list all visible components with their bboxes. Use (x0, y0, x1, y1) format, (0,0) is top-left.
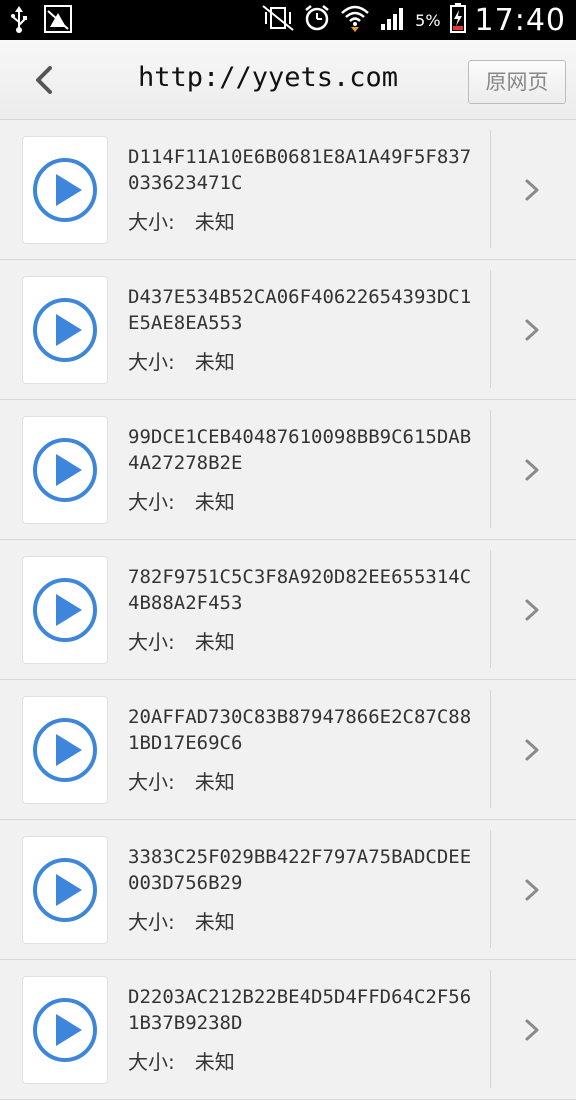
chevron-right-icon[interactable] (520, 735, 544, 769)
file-size: 大小: 未知 (128, 766, 235, 795)
file-size-value: 未知 (194, 210, 235, 234)
chevron-right-icon[interactable] (520, 455, 544, 489)
file-size: 大小: 未知 (128, 486, 235, 515)
signal-icon (379, 4, 407, 36)
file-size: 大小: 未知 (128, 626, 235, 655)
back-button[interactable] (20, 58, 70, 102)
file-size-label: 大小: (128, 770, 175, 794)
file-size-value: 未知 (194, 490, 235, 514)
video-thumbnail (22, 136, 108, 244)
video-thumbnail (22, 276, 108, 384)
battery-icon (449, 2, 467, 38)
file-size-value: 未知 (194, 350, 235, 374)
file-size: 大小: 未知 (128, 206, 235, 235)
title-bar: http://yyets.com 原网页 (0, 40, 576, 120)
divider (490, 550, 491, 668)
file-size-label: 大小: (128, 350, 175, 374)
chevron-right-icon[interactable] (520, 875, 544, 909)
notification-app-icon (44, 5, 72, 37)
list-item[interactable]: 782F9751C5C3F8A920D82EE655314C4B88A2F453… (0, 540, 576, 680)
clock: 17:40 (474, 2, 566, 38)
play-icon (33, 158, 97, 222)
list-item[interactable]: D114F11A10E6B0681E8A1A49F5F837033623471C… (0, 120, 576, 260)
play-icon (33, 718, 97, 782)
status-bar: 5% 17:40 (0, 0, 576, 40)
file-size: 大小: 未知 (128, 346, 235, 375)
divider (490, 270, 491, 388)
file-size-label: 大小: (128, 630, 175, 654)
file-name: D437E534B52CA06F40622654393DC1E5AE8EA553 (128, 286, 472, 334)
list-item[interactable]: 20AFFAD730C83B87947866E2C87C881BD17E69C6… (0, 680, 576, 820)
usb-icon (8, 4, 30, 38)
file-size-label: 大小: (128, 1050, 175, 1074)
file-size-value: 未知 (194, 1050, 235, 1074)
divider (490, 970, 491, 1088)
file-size-value: 未知 (194, 770, 235, 794)
file-size-label: 大小: (128, 910, 175, 934)
list-item[interactable]: D437E534B52CA06F40622654393DC1E5AE8EA553… (0, 260, 576, 400)
video-thumbnail (22, 416, 108, 524)
file-name: 99DCE1CEB40487610098BB9C615DAB4A27278B2E (128, 426, 472, 474)
file-size-value: 未知 (194, 910, 235, 934)
file-size: 大小: 未知 (128, 1046, 235, 1075)
file-name: 782F9751C5C3F8A920D82EE655314C4B88A2F453 (128, 566, 472, 614)
file-name: 3383C25F029BB422F797A75BADCDEE003D756B29 (128, 846, 472, 894)
divider (490, 830, 491, 948)
back-arrow-icon (36, 66, 52, 94)
video-thumbnail (22, 556, 108, 664)
file-list: D114F11A10E6B0681E8A1A49F5F837033623471C… (0, 120, 576, 1100)
file-name: D114F11A10E6B0681E8A1A49F5F837033623471C (128, 146, 472, 194)
file-size: 大小: 未知 (128, 906, 235, 935)
play-icon (33, 578, 97, 642)
divider (490, 410, 491, 528)
chevron-right-icon[interactable] (520, 1015, 544, 1049)
battery-percent: 5% (415, 10, 441, 30)
wifi-icon (339, 3, 371, 37)
play-icon (33, 858, 97, 922)
play-icon (33, 998, 97, 1062)
play-icon (33, 298, 97, 362)
alarm-icon (303, 4, 331, 36)
list-item[interactable]: D2203AC212B22BE4D5D4FFD64C2F561B37B9238D… (0, 960, 576, 1100)
file-size-label: 大小: (128, 210, 175, 234)
file-name: 20AFFAD730C83B87947866E2C87C881BD17E69C6 (128, 706, 472, 754)
original-page-button[interactable]: 原网页 (468, 60, 566, 104)
file-size-value: 未知 (194, 630, 235, 654)
play-icon (33, 438, 97, 502)
chevron-right-icon[interactable] (520, 175, 544, 209)
divider (490, 690, 491, 808)
vibrate-icon (261, 4, 295, 36)
divider (490, 130, 491, 248)
video-thumbnail (22, 836, 108, 944)
list-item[interactable]: 99DCE1CEB40487610098BB9C615DAB4A27278B2E… (0, 400, 576, 540)
page-title: http://yyets.com (137, 62, 399, 93)
chevron-right-icon[interactable] (520, 315, 544, 349)
video-thumbnail (22, 976, 108, 1084)
file-name: D2203AC212B22BE4D5D4FFD64C2F561B37B9238D (128, 986, 472, 1034)
file-size-label: 大小: (128, 490, 175, 514)
chevron-right-icon[interactable] (520, 595, 544, 629)
video-thumbnail (22, 696, 108, 804)
list-item[interactable]: 3383C25F029BB422F797A75BADCDEE003D756B29… (0, 820, 576, 960)
